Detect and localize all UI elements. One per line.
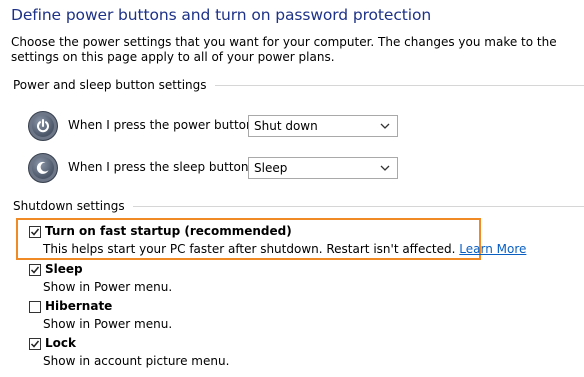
sleep-button-row: When I press the sleep button: Sleep	[28, 152, 398, 184]
fast-startup-description: This helps start your PC faster after sh…	[43, 242, 526, 256]
sleep-checkbox[interactable]	[29, 264, 41, 276]
sleep-option-title: Sleep	[45, 262, 83, 276]
sleep-option-description: Show in Power menu.	[43, 280, 173, 294]
sleep-button-icon	[28, 153, 58, 183]
checkmark-icon	[30, 266, 40, 274]
power-section-header: Power and sleep button settings	[13, 78, 584, 92]
section-divider	[214, 84, 584, 86]
power-button-row: When I press the power button: Shut down	[28, 110, 398, 142]
hibernate-option-description: Show in Power menu.	[43, 317, 173, 331]
power-button-icon	[28, 111, 58, 141]
fast-startup-checkbox[interactable]	[29, 226, 41, 238]
fast-startup-title: Turn on fast startup (recommended)	[45, 224, 292, 238]
fast-startup-description-text: This helps start your PC faster after sh…	[43, 242, 460, 256]
lock-option-title: Lock	[45, 336, 76, 350]
shutdown-section-title: Shutdown settings	[13, 199, 125, 213]
sleep-button-label: When I press the sleep button:	[68, 160, 253, 174]
section-divider	[132, 205, 584, 207]
power-button-action-select[interactable]: Shut down	[248, 115, 398, 137]
checkmark-icon	[30, 228, 40, 236]
power-section-title: Power and sleep button settings	[13, 78, 207, 92]
power-button-action-value: Shut down	[254, 119, 318, 133]
power-button-label: When I press the power button:	[68, 118, 258, 132]
lock-checkbox[interactable]	[29, 338, 41, 350]
chevron-down-icon	[380, 165, 390, 171]
page-intro: Choose the power settings that you want …	[11, 35, 557, 64]
chevron-down-icon	[380, 123, 390, 129]
sleep-button-action-select[interactable]: Sleep	[248, 157, 398, 179]
page-title: Define power buttons and turn on passwor…	[11, 6, 432, 24]
learn-more-link[interactable]: Learn More	[459, 242, 526, 256]
checkmark-icon	[30, 340, 40, 348]
sleep-button-action-value: Sleep	[254, 161, 288, 175]
hibernate-checkbox[interactable]	[29, 301, 41, 313]
hibernate-option-title: Hibernate	[45, 299, 113, 313]
lock-option-description: Show in account picture menu.	[43, 354, 230, 368]
shutdown-section-header: Shutdown settings	[13, 199, 584, 213]
